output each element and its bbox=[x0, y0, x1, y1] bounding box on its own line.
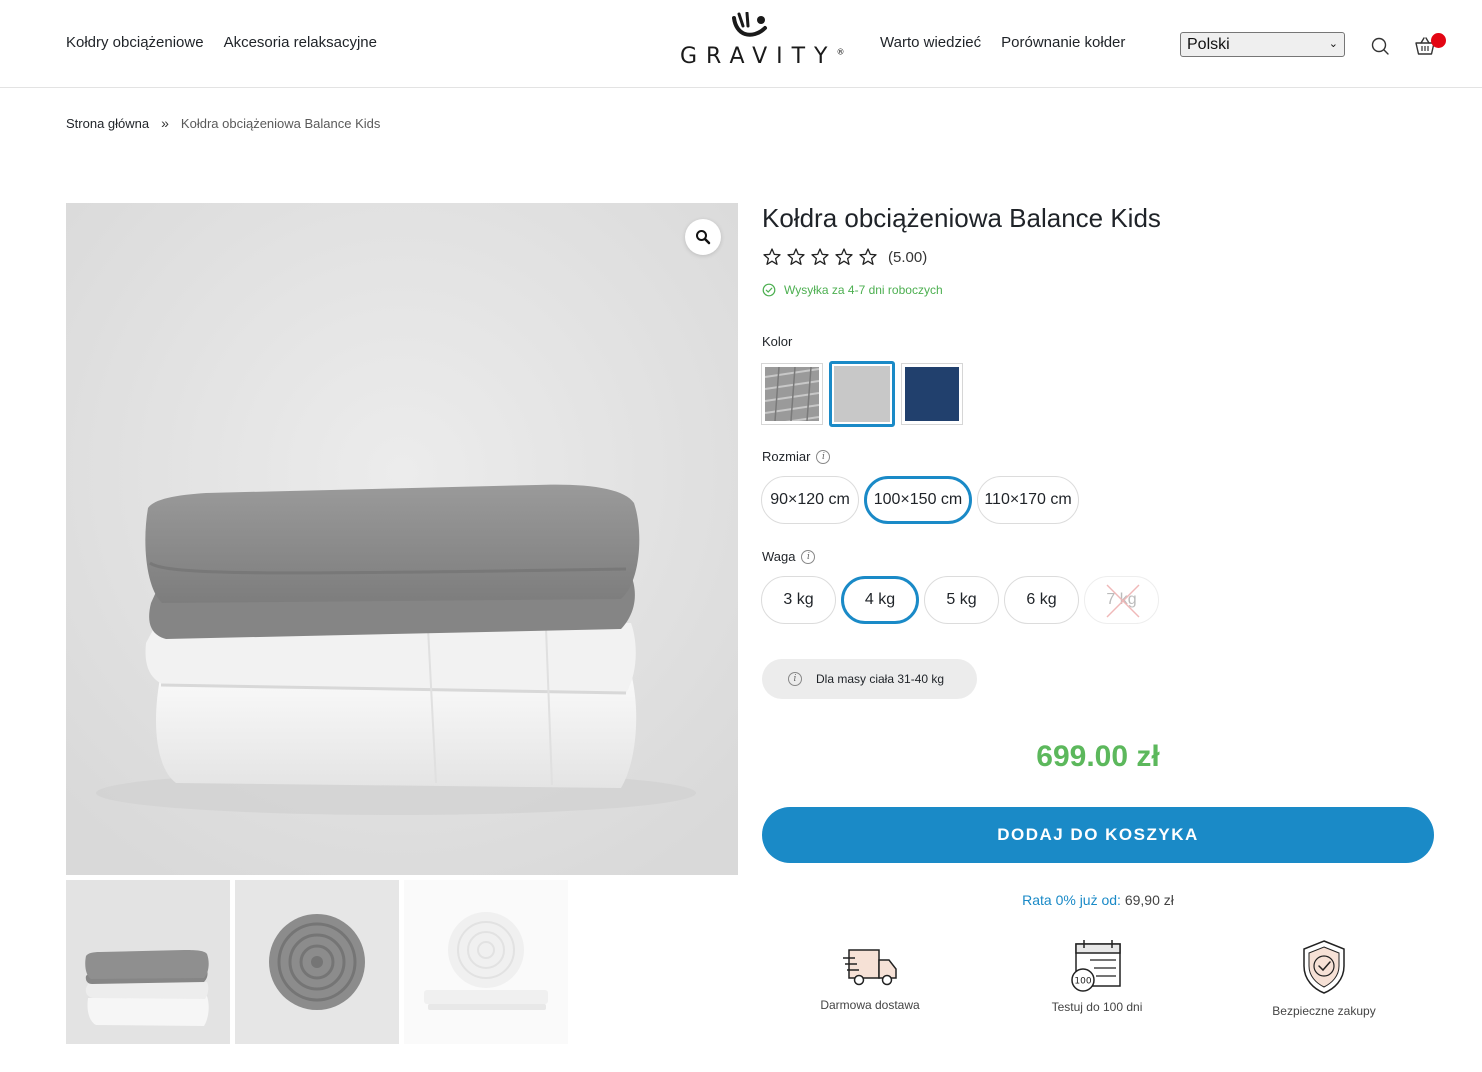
product-title: Kołdra obciążeniowa Balance Kids bbox=[762, 203, 1161, 233]
weight-option-6kg[interactable]: 6 kg bbox=[1004, 576, 1079, 624]
calendar-100-icon: 100 bbox=[1071, 940, 1121, 992]
color-swatches bbox=[761, 361, 963, 427]
color-swatch-light-grey[interactable] bbox=[829, 361, 895, 427]
product-thumbnails bbox=[66, 880, 568, 1044]
product-price: 699.00 zł bbox=[1036, 740, 1160, 773]
info-icon[interactable]: i bbox=[816, 449, 831, 464]
color-swatch-grey-quilted[interactable] bbox=[761, 363, 823, 426]
zoom-button[interactable] bbox=[685, 219, 721, 255]
info-icon: i bbox=[788, 672, 802, 686]
body-mass-note: i Dla masy ciała 31-40 kg bbox=[762, 659, 977, 699]
delivery-truck-icon bbox=[843, 949, 897, 986]
size-option-100x150[interactable]: 100×150 cm bbox=[864, 476, 972, 524]
body-mass-text: Dla masy ciała 31-40 kg bbox=[816, 672, 945, 686]
size-label-text: Rozmiar bbox=[762, 449, 811, 464]
thumbnail-rolled-white-blanket[interactable] bbox=[404, 880, 568, 1044]
check-circle-icon bbox=[762, 283, 776, 297]
cart-badge bbox=[1431, 33, 1446, 48]
product-rating[interactable]: (5.00) bbox=[762, 247, 927, 267]
language-select-value: Polski bbox=[1187, 36, 1230, 53]
size-label: Rozmiar i bbox=[762, 449, 831, 464]
installment-lead: Rata 0% już od: bbox=[1022, 892, 1121, 908]
feature-label: Bezpieczne zakupy bbox=[1272, 1004, 1376, 1018]
weight-label: Waga i bbox=[762, 549, 816, 564]
main-nav-left: Kołdry obciążeniowe Akcesoria relaksacyj… bbox=[66, 34, 377, 51]
thumbnail-folded-blanket[interactable] bbox=[66, 880, 230, 1044]
language-select[interactable]: Polski ⌄ bbox=[1180, 32, 1345, 57]
breadcrumb-separator-icon: » bbox=[161, 115, 169, 131]
logo-wordmark: GRAVITY® bbox=[680, 44, 845, 69]
color-swatch-navy[interactable] bbox=[901, 363, 963, 425]
nav-link-good-to-know[interactable]: Warto wiedzieć bbox=[880, 34, 981, 51]
color-label: Kolor bbox=[762, 334, 792, 349]
star-outline-icon bbox=[763, 248, 781, 265]
feature-label: Darmowa dostawa bbox=[820, 998, 920, 1012]
shield-check-icon bbox=[1303, 940, 1345, 994]
installment-info[interactable]: Rata 0% już od: 69,90 zł bbox=[762, 892, 1434, 908]
thumbnail-rolled-grey-blanket[interactable] bbox=[235, 880, 399, 1044]
weight-label-text: Waga bbox=[762, 549, 796, 564]
breadcrumb-home-link[interactable]: Strona główna bbox=[66, 116, 149, 131]
shipping-text: Wysyłka za 4-7 dni roboczych bbox=[784, 283, 943, 297]
star-outline-icon bbox=[811, 248, 829, 265]
site-logo[interactable]: GRAVITY® bbox=[676, 12, 845, 78]
feature-label: Testuj do 100 dni bbox=[1051, 1000, 1143, 1014]
breadcrumb: Strona główna » Kołdra obciążeniowa Bala… bbox=[66, 115, 380, 131]
breadcrumb-current: Kołdra obciążeniowa Balance Kids bbox=[180, 115, 381, 131]
feature-secure-shopping: Bezpieczne zakupy bbox=[1234, 938, 1414, 1018]
size-option-110x170[interactable]: 110×170 cm bbox=[977, 476, 1079, 524]
size-option-90x120[interactable]: 90×120 cm bbox=[761, 476, 859, 524]
star-outline-icon bbox=[787, 248, 805, 265]
search-icon[interactable] bbox=[1370, 36, 1390, 56]
site-header: Kołdry obciążeniowe Akcesoria relaksacyj… bbox=[0, 0, 1482, 88]
weight-option-4kg[interactable]: 4 kg bbox=[841, 576, 919, 624]
star-outline-icon bbox=[859, 248, 877, 265]
nav-link-relaxation-accessories[interactable]: Akcesoria relaksacyjne bbox=[224, 34, 377, 51]
magnifier-icon bbox=[696, 230, 711, 245]
unavailable-cross-icon bbox=[1106, 584, 1140, 618]
add-to-cart-button[interactable]: DODAJ DO KOSZYKA bbox=[762, 807, 1434, 863]
installment-amount: 69,90 zł bbox=[1124, 892, 1174, 908]
nav-link-weighted-blankets[interactable]: Kołdry obciążeniowe bbox=[66, 34, 204, 51]
rating-value: (5.00) bbox=[888, 248, 928, 266]
star-outline-icon bbox=[835, 248, 853, 265]
weight-option-5kg[interactable]: 5 kg bbox=[924, 576, 999, 624]
weight-option-7kg-unavailable: 7 kg bbox=[1084, 576, 1159, 624]
product-main-image[interactable] bbox=[66, 203, 738, 875]
size-options: 90×120 cm 100×150 cm 110×170 cm bbox=[761, 476, 1079, 524]
feature-100-day-trial: 100 Testuj do 100 dni bbox=[1007, 938, 1187, 1014]
feature-free-delivery: Darmowa dostawa bbox=[780, 938, 960, 1012]
chevron-down-icon: ⌄ bbox=[1328, 38, 1338, 50]
weight-option-3kg[interactable]: 3 kg bbox=[761, 576, 836, 624]
info-icon[interactable]: i bbox=[801, 549, 816, 564]
nav-link-compare-blankets[interactable]: Porównanie kołder bbox=[1001, 34, 1125, 51]
shipping-info: Wysyłka za 4-7 dni roboczych bbox=[762, 283, 943, 297]
weight-options: 3 kg 4 kg 5 kg 6 kg 7 kg bbox=[761, 576, 1159, 624]
folded-blanket-image bbox=[66, 203, 738, 875]
main-nav-right: Warto wiedzieć Porównanie kołder bbox=[880, 34, 1125, 51]
color-label-text: Kolor bbox=[762, 334, 793, 349]
logo-mark-icon bbox=[732, 12, 767, 37]
svg-text:100: 100 bbox=[1074, 977, 1091, 987]
